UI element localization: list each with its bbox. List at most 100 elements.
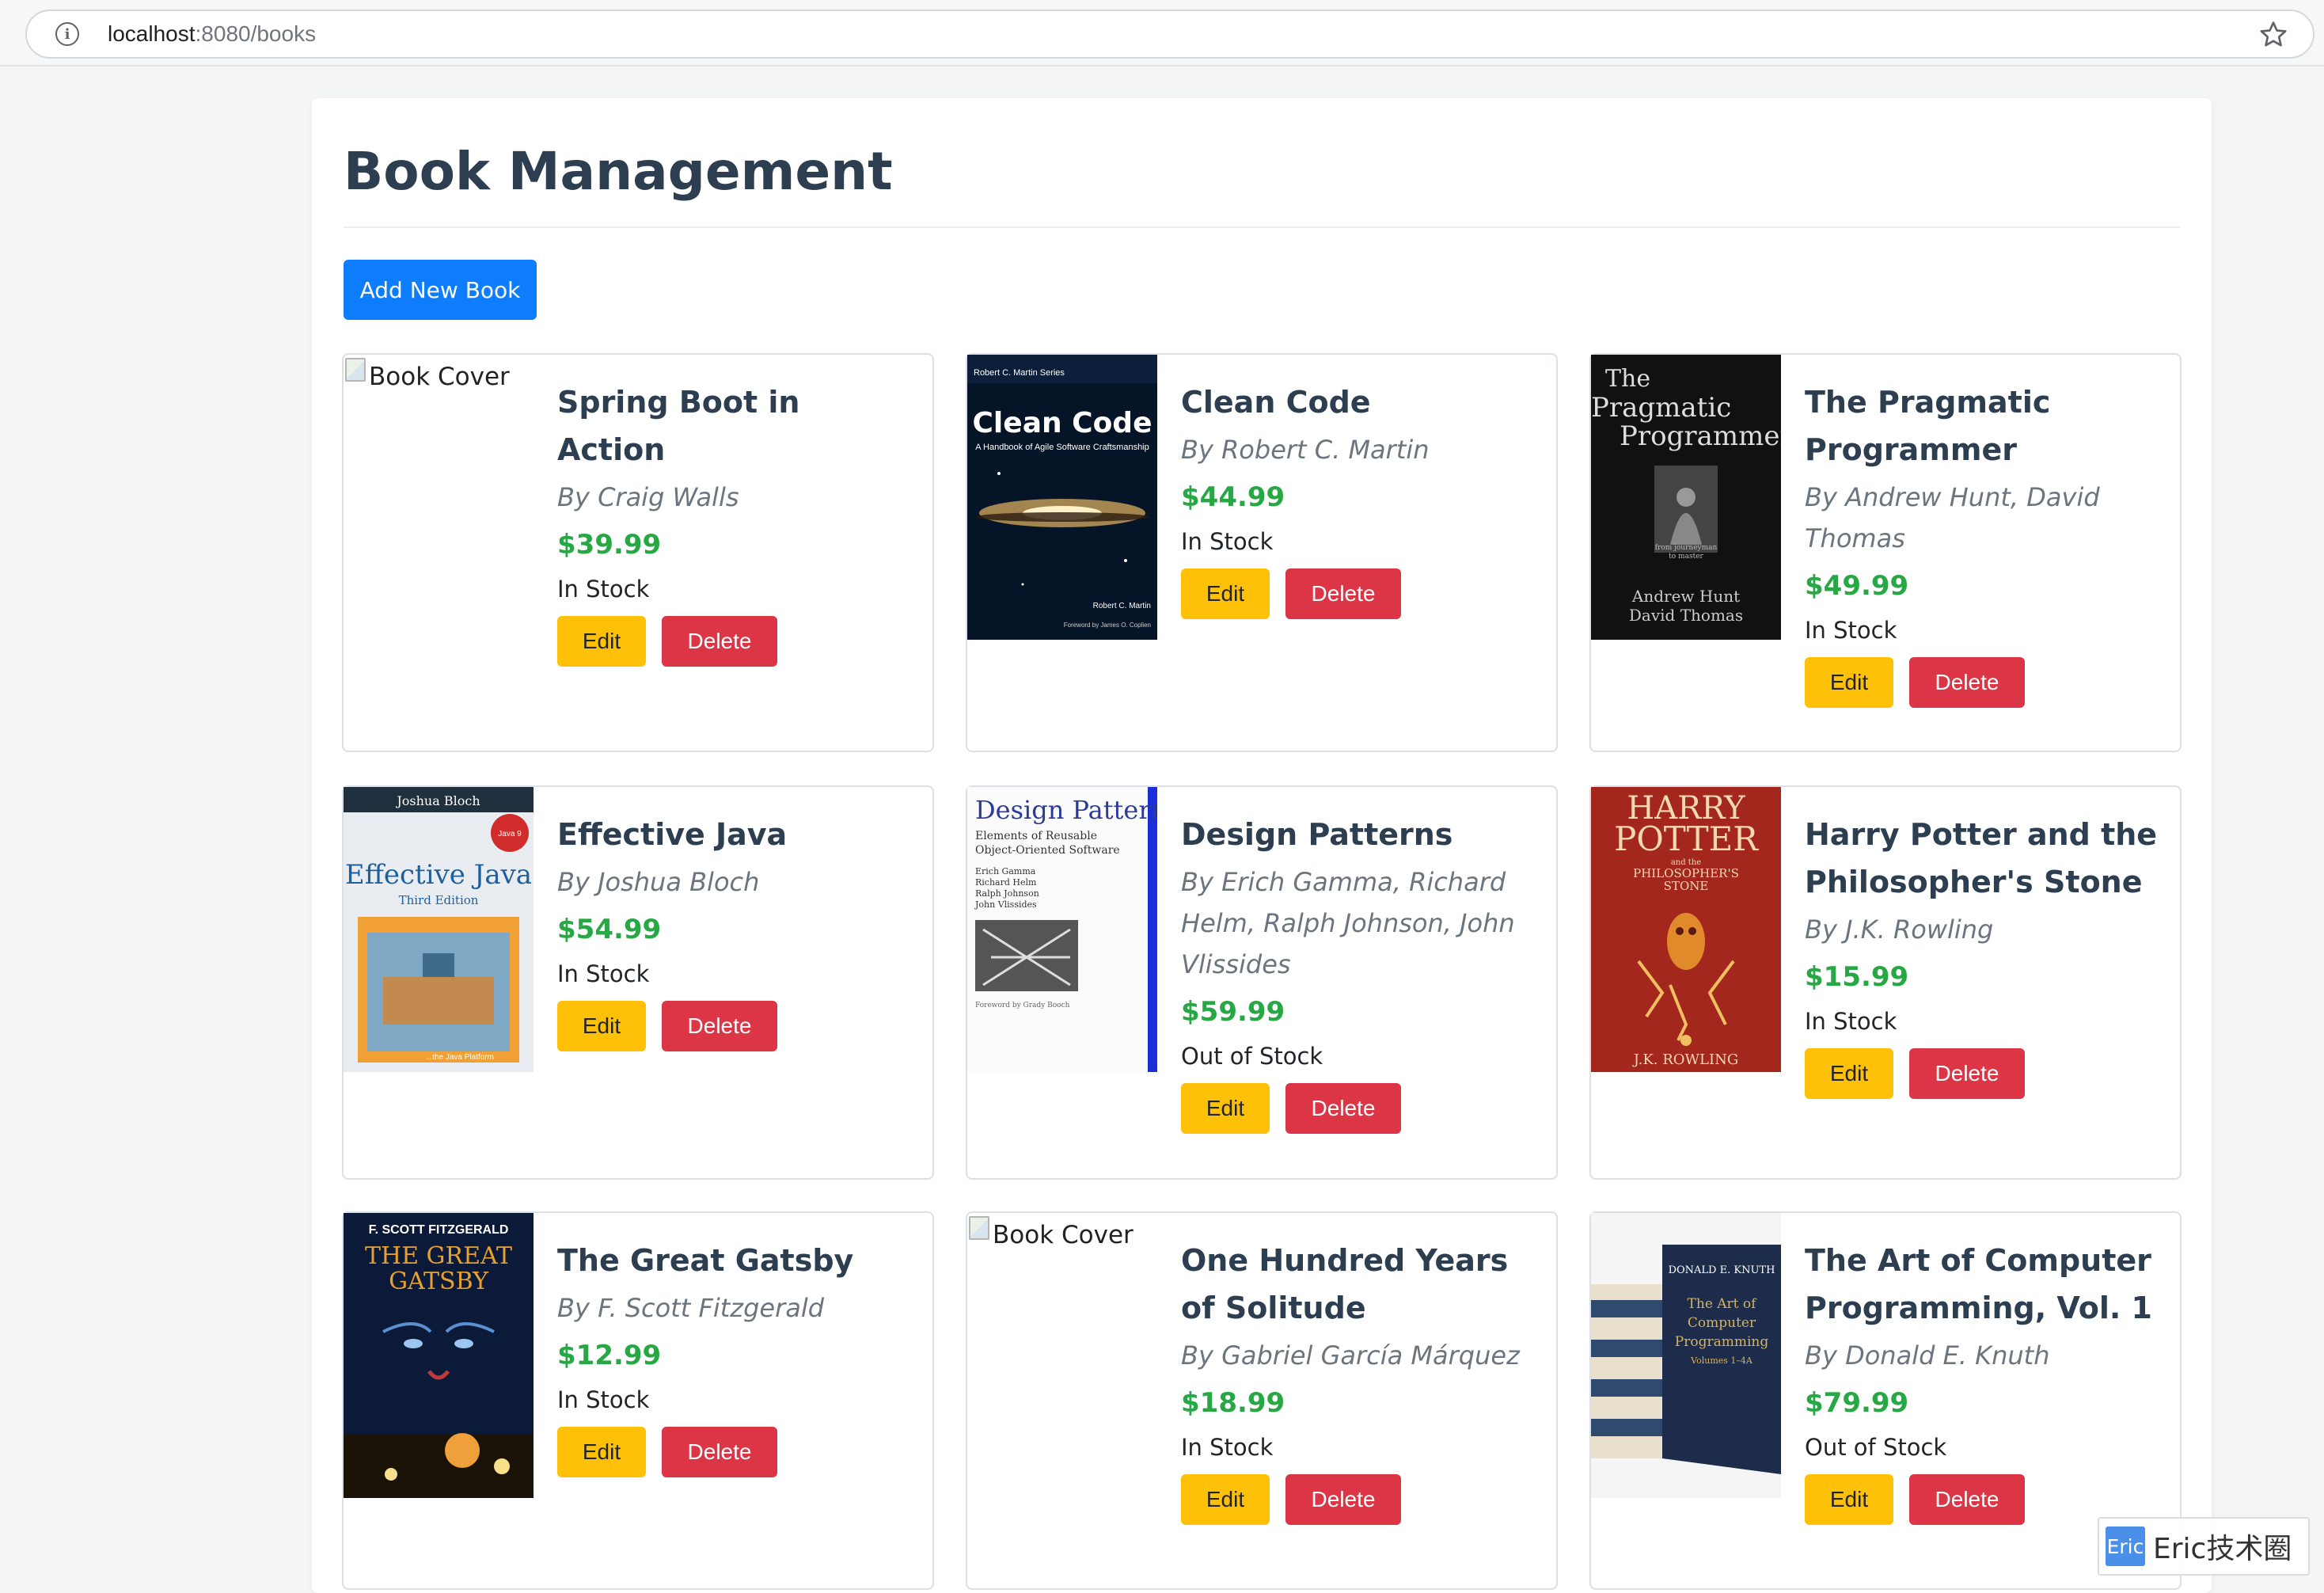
harry-potter-cover-art: HARRY POTTER and the PHILOSOPHER'S STONE…	[1591, 787, 1781, 1072]
svg-text:Third Edition: Third Edition	[399, 893, 479, 907]
book-cover-image[interactable]: F. SCOTT FITZGERALD THE GREAT GATSBY	[344, 1213, 534, 1498]
svg-text:Object-Oriented Software: Object-Oriented Software	[975, 844, 1120, 857]
book-price: $12.99	[557, 1340, 662, 1371]
svg-text:Ralph Johnson: Ralph Johnson	[975, 888, 1039, 899]
svg-text:Computer: Computer	[1688, 1315, 1756, 1331]
delete-button[interactable]: Delete	[1909, 657, 2025, 708]
effective-java-cover-art: Joshua Bloch Java 9 Effective Java Third…	[344, 787, 534, 1072]
edit-button[interactable]: Edit	[1805, 657, 1893, 708]
svg-text:A Handbook of Agile Software C: A Handbook of Agile Software Craftsmansh…	[975, 443, 1149, 452]
book-title: Harry Potter and the Philosopher's Stone	[1805, 817, 2158, 899]
svg-text:from journeyman: from journeyman	[1655, 544, 1718, 552]
stock-status: In Stock	[1805, 1008, 1897, 1035]
book-cover-image[interactable]: HARRY POTTER and the PHILOSOPHER'S STONE…	[1591, 787, 1781, 1072]
site-info-icon[interactable]: i	[55, 22, 79, 46]
svg-text:Volumes 1–4A: Volumes 1–4A	[1690, 1355, 1753, 1366]
edit-button[interactable]: Edit	[1181, 1083, 1270, 1134]
svg-text:Effective Java: Effective Java	[345, 859, 532, 891]
svg-text:Joshua Bloch: Joshua Bloch	[395, 793, 480, 808]
book-author: By F. Scott Fitzgerald	[557, 1293, 825, 1323]
stock-status: In Stock	[1181, 528, 1274, 555]
stock-status: In Stock	[557, 576, 650, 603]
book-card: Robert C. Martin Series Clean Code A Han…	[966, 353, 1558, 752]
svg-text:David Thomas: David Thomas	[1629, 606, 1743, 625]
book-author: By J.K. Rowling	[1805, 914, 1994, 945]
book-card: DONALD E. KNUTH The Art of Computer Prog…	[1589, 1211, 2182, 1590]
book-title: The Pragmatic Programmer	[1805, 385, 2051, 467]
book-cover-image[interactable]: Robert C. Martin Series Clean Code A Han…	[967, 355, 1157, 640]
book-author: By Craig Walls	[557, 482, 739, 512]
address-bar[interactable]: i localhost:8080/books	[25, 10, 2315, 59]
svg-text:Erich Gamma: Erich Gamma	[975, 866, 1036, 876]
watermark-text: Eric技术圈	[2153, 1533, 2292, 1565]
edit-button[interactable]: Edit	[1805, 1048, 1893, 1099]
svg-text:The Art of: The Art of	[1688, 1296, 1758, 1312]
stock-status: Out of Stock	[1805, 1434, 1947, 1461]
book-cover-alt: Book Cover	[993, 1221, 1134, 1249]
delete-button[interactable]: Delete	[662, 1001, 777, 1051]
page-container: Book Management Add New Book Book Cover …	[312, 98, 2212, 1593]
browser-toolbar: i localhost:8080/books	[0, 0, 2324, 67]
book-title: Effective Java	[557, 817, 788, 852]
delete-button[interactable]: Delete	[662, 1427, 777, 1477]
svg-text:DONALD E. KNUTH: DONALD E. KNUTH	[1669, 1264, 1775, 1276]
book-price: $44.99	[1181, 481, 1285, 513]
edit-button[interactable]: Edit	[1181, 568, 1270, 619]
watermark: Eric Eric技术圈	[2098, 1517, 2310, 1576]
svg-text:Foreword by James O. Coplien: Foreword by James O. Coplien	[1064, 622, 1151, 629]
book-cover-broken-image: Book Cover	[967, 1213, 1157, 1498]
edit-button[interactable]: Edit	[557, 616, 646, 667]
book-title: Clean Code	[1181, 385, 1371, 420]
delete-button[interactable]: Delete	[1909, 1048, 2025, 1099]
book-price: $59.99	[1181, 996, 1285, 1028]
edit-button[interactable]: Edit	[557, 1001, 646, 1051]
add-new-book-button[interactable]: Add New Book	[344, 260, 537, 320]
delete-button[interactable]: Delete	[662, 616, 777, 667]
title-divider	[344, 226, 2180, 228]
book-author: By Gabriel García Márquez	[1181, 1340, 1520, 1371]
delete-button[interactable]: Delete	[1909, 1474, 2025, 1525]
svg-text:Elements of Reusable: Elements of Reusable	[975, 830, 1097, 842]
svg-text:The: The	[1605, 365, 1650, 393]
book-price: $54.99	[557, 914, 662, 945]
book-author: By Andrew Hunt, David Thomas	[1805, 482, 2100, 553]
svg-text:J.K. ROWLING: J.K. ROWLING	[1632, 1051, 1738, 1068]
edit-button[interactable]: Edit	[557, 1427, 646, 1477]
svg-text:Java 9: Java 9	[498, 830, 522, 838]
book-card: Book Cover Spring Boot in Action By Crai…	[342, 353, 934, 752]
great-gatsby-cover-art: F. SCOTT FITZGERALD THE GREAT GATSBY	[344, 1213, 534, 1498]
svg-text:Richard Helm: Richard Helm	[975, 877, 1037, 888]
book-card: The Pragmatic Programmer from journeyman…	[1589, 353, 2182, 752]
book-author: By Joshua Bloch	[557, 867, 760, 897]
svg-text:Andrew Hunt: Andrew Hunt	[1631, 587, 1740, 606]
delete-button[interactable]: Delete	[1285, 1474, 1401, 1525]
book-price: $18.99	[1181, 1387, 1285, 1419]
book-title: Design Patterns	[1181, 817, 1453, 852]
url-text[interactable]: localhost:8080/books	[108, 21, 316, 47]
svg-text:STONE: STONE	[1664, 879, 1709, 893]
book-author: By Robert C. Martin	[1181, 435, 1430, 465]
book-cover-broken-image: Book Cover	[344, 355, 534, 640]
broken-image-icon	[345, 358, 366, 382]
edit-button[interactable]: Edit	[1805, 1474, 1893, 1525]
book-cover-image[interactable]: DONALD E. KNUTH The Art of Computer Prog…	[1591, 1213, 1781, 1498]
stock-status: In Stock	[557, 1386, 650, 1413]
book-cover-image[interactable]: The Pragmatic Programmer from journeyman…	[1591, 355, 1781, 640]
book-cover-image[interactable]: Design Patterns Elements of Reusable Obj…	[967, 787, 1157, 1072]
svg-text:Design Patterns: Design Patterns	[975, 795, 1157, 825]
url-host: localhost	[108, 21, 196, 46]
delete-button[interactable]: Delete	[1285, 1083, 1401, 1134]
book-card: Book Cover One Hundred Years of Solitude…	[966, 1211, 1558, 1590]
edit-button[interactable]: Edit	[1181, 1474, 1270, 1525]
bookmark-star-icon[interactable]	[2258, 19, 2289, 51]
book-card: F. SCOTT FITZGERALD THE GREAT GATSBY The…	[342, 1211, 934, 1590]
book-cover-image[interactable]: Joshua Bloch Java 9 Effective Java Third…	[344, 787, 534, 1072]
broken-image-icon	[969, 1216, 989, 1240]
svg-text:Pragmatic: Pragmatic	[1591, 392, 1731, 424]
svg-text:Programming: Programming	[1675, 1334, 1769, 1350]
book-title: One Hundred Years of Solitude	[1181, 1243, 1509, 1325]
book-title: The Great Gatsby	[557, 1243, 854, 1278]
taocp-cover-art: DONALD E. KNUTH The Art of Computer Prog…	[1591, 1213, 1781, 1498]
delete-button[interactable]: Delete	[1285, 568, 1401, 619]
svg-text:Clean Code: Clean Code	[973, 407, 1153, 439]
